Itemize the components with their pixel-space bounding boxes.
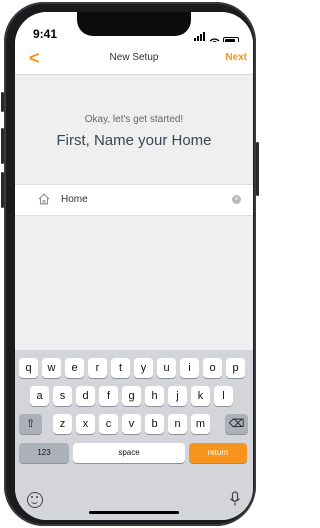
key[interactable]: h — [145, 386, 164, 406]
volume-up-button — [1, 128, 4, 164]
key[interactable]: t — [111, 358, 130, 378]
mute-switch — [1, 92, 4, 112]
numbers-key[interactable]: 123 — [19, 443, 69, 463]
intro-subtitle: Okay, let's get started! — [84, 114, 184, 125]
microphone-icon[interactable] — [229, 491, 241, 507]
keyboard-row-1: q w e r t y u i o p — [15, 358, 253, 378]
key[interactable]: q — [19, 358, 38, 378]
key[interactable]: s — [53, 386, 72, 406]
key[interactable]: z — [53, 414, 72, 434]
key[interactable]: d — [76, 386, 95, 406]
key[interactable]: b — [145, 414, 164, 434]
key[interactable]: e — [65, 358, 84, 378]
status-time: 9:41 — [33, 27, 58, 41]
home-name-field[interactable]: Home × — [15, 184, 253, 216]
volume-down-button — [1, 172, 4, 208]
keyboard-row-2: a s d f g h j k l — [15, 386, 253, 406]
key[interactable]: p — [226, 358, 245, 378]
key[interactable]: o — [203, 358, 222, 378]
key[interactable]: r — [88, 358, 107, 378]
key[interactable]: f — [99, 386, 118, 406]
key[interactable]: k — [191, 386, 210, 406]
next-button[interactable]: Next — [225, 52, 247, 63]
clear-text-icon[interactable]: × — [232, 195, 241, 204]
nav-title: New Setup — [109, 52, 159, 63]
power-button — [256, 142, 259, 196]
key[interactable]: i — [180, 358, 199, 378]
page-heading: First, Name your Home — [56, 132, 212, 149]
key[interactable]: g — [122, 386, 141, 406]
delete-key[interactable]: ⌫ — [225, 414, 248, 434]
keyboard-row-4: 123 space return — [15, 443, 253, 463]
key[interactable]: v — [122, 414, 141, 434]
phone-frame: 9:41 < New Setup Next Okay, let's get st… — [1, 2, 259, 526]
emoji-icon[interactable] — [27, 492, 43, 508]
key[interactable]: j — [168, 386, 187, 406]
home-indicator[interactable] — [89, 511, 179, 514]
key[interactable]: a — [30, 386, 49, 406]
house-icon — [38, 193, 50, 205]
home-name-input[interactable]: Home — [61, 194, 88, 205]
key[interactable]: w — [42, 358, 61, 378]
return-key[interactable]: return — [189, 443, 247, 463]
space-key[interactable]: space — [73, 443, 185, 463]
key[interactable]: y — [134, 358, 153, 378]
notch — [77, 12, 191, 36]
key[interactable]: c — [99, 414, 118, 434]
shift-key[interactable]: ⇧ — [19, 414, 42, 434]
keyboard: q w e r t y u i o p a s d f g h j k l ⇧ … — [15, 350, 253, 520]
key[interactable]: n — [168, 414, 187, 434]
key[interactable]: l — [214, 386, 233, 406]
key[interactable]: x — [76, 414, 95, 434]
key[interactable]: u — [157, 358, 176, 378]
keyboard-row-3: ⇧ z x c v b n m ⌫ — [15, 414, 253, 434]
navigation-bar: < New Setup Next — [15, 42, 253, 75]
key[interactable]: m — [191, 414, 210, 434]
screen: 9:41 < New Setup Next Okay, let's get st… — [15, 12, 253, 520]
